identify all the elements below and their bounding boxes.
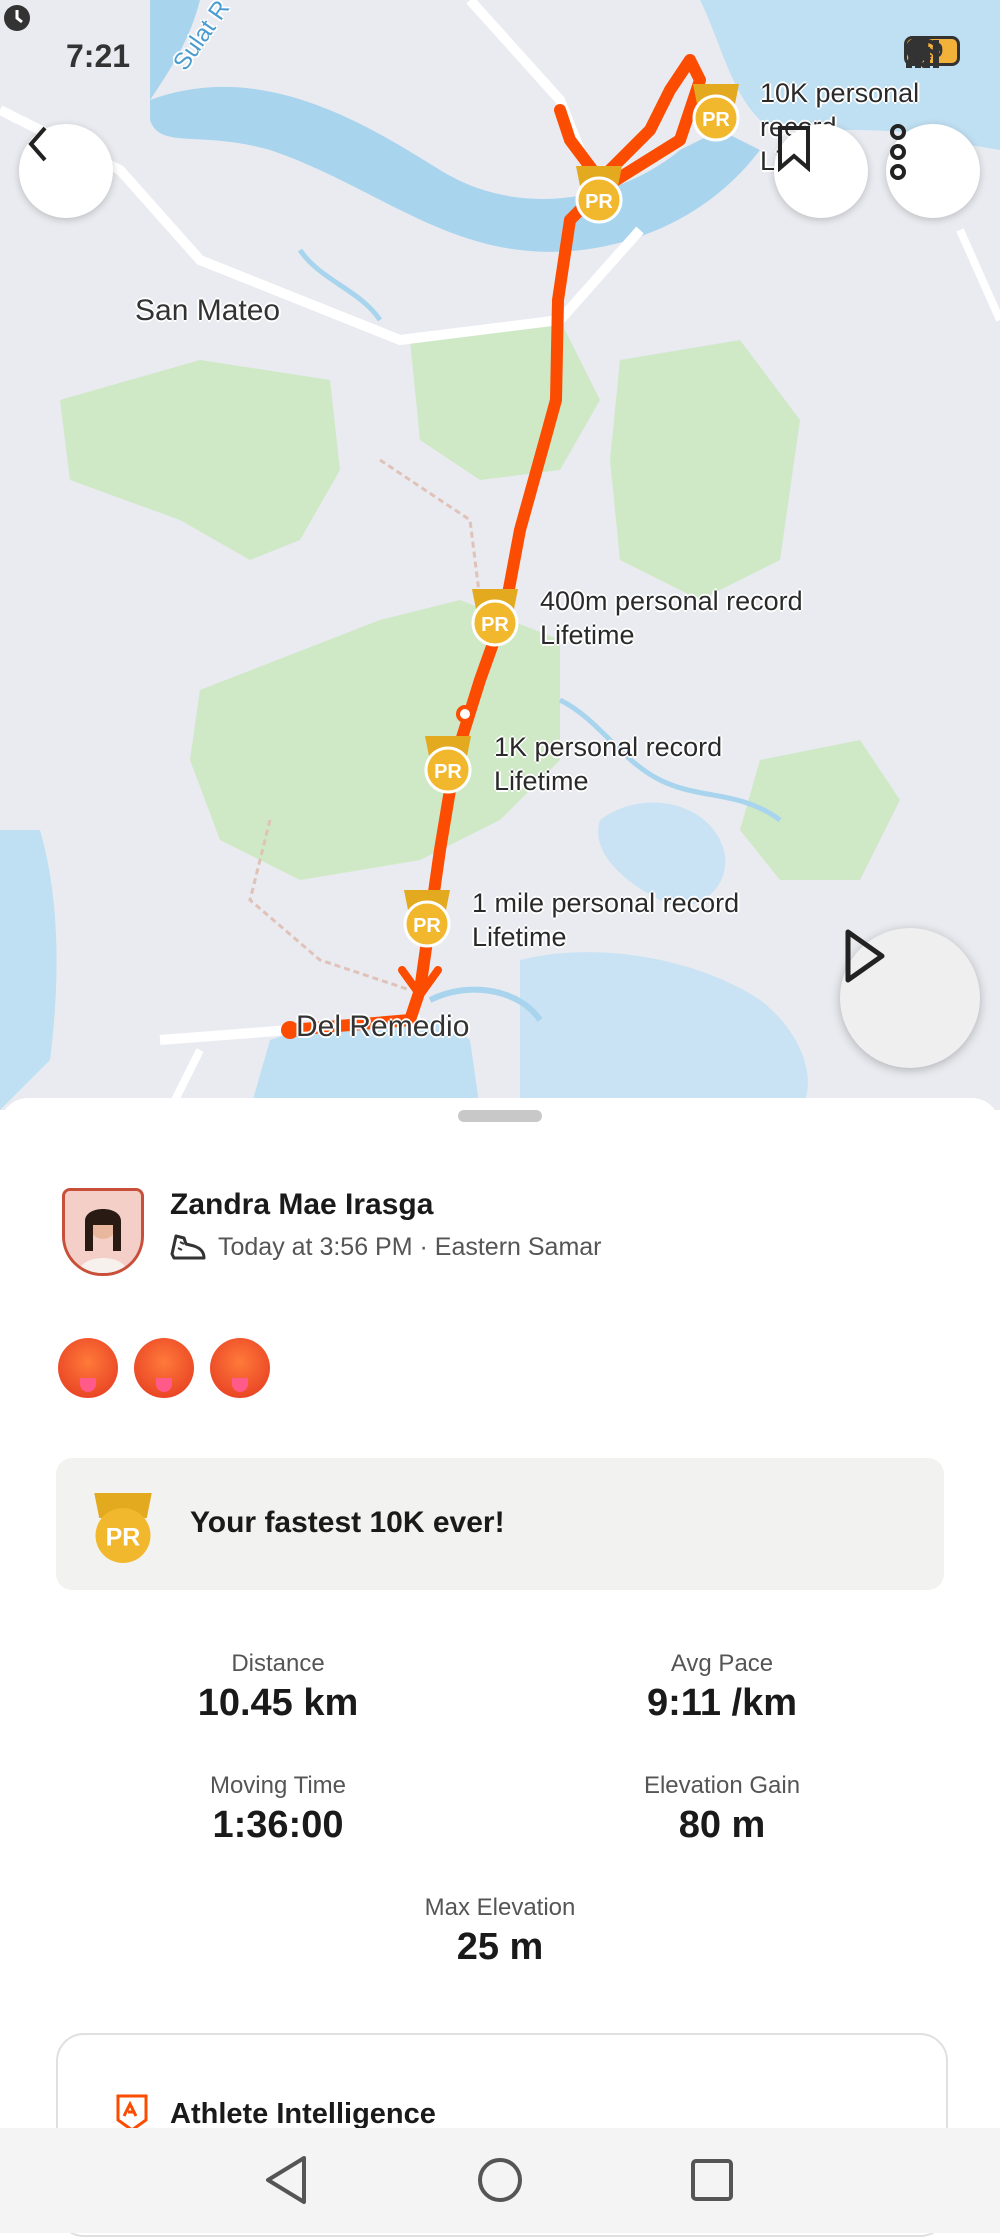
pr-badge-icon[interactable]: PR <box>400 886 454 950</box>
system-nav-bar <box>0 2128 1000 2233</box>
svg-text:PR: PR <box>702 109 730 131</box>
place-label-del-remedio: Del Remedio <box>296 1010 470 1043</box>
nav-home-icon[interactable] <box>476 2156 524 2204</box>
hot-face-emoji-icon <box>210 1338 270 1398</box>
leaf-icon <box>908 40 928 62</box>
stat-avg-pace: Avg Pace 9:11 /km <box>647 1650 797 1724</box>
pr-label-400m: 400m personal record Lifetime <box>540 586 803 650</box>
flyover-play-button[interactable] <box>840 928 980 1068</box>
nav-recents-icon[interactable] <box>690 2158 734 2202</box>
pr-badge-icon[interactable]: PR <box>468 585 522 649</box>
svg-text:PR: PR <box>413 915 441 937</box>
activity-sheet: Zandra Mae Irasga Today at 3:56 PM · Eas… <box>0 1098 1000 2237</box>
play-icon <box>845 929 885 983</box>
status-time: 7:21 <box>66 38 131 74</box>
hot-face-emoji-icon <box>134 1338 194 1398</box>
athlete-intelligence-icon <box>116 2094 148 2132</box>
pr-banner-text: Your fastest 10K ever! <box>190 1506 505 1539</box>
pr-achievement-card[interactable]: PR Your fastest 10K ever! <box>56 1458 944 1590</box>
chevron-left-icon <box>28 126 47 162</box>
athlete-name[interactable]: Zandra Mae Irasga <box>170 1188 433 1222</box>
pr-badge-icon[interactable]: PR <box>421 732 475 796</box>
svg-text:PR: PR <box>106 1524 141 1552</box>
running-shoe-icon <box>170 1234 206 1260</box>
save-route-button[interactable] <box>774 124 868 218</box>
pr-badge-icon[interactable]: PR <box>572 162 626 226</box>
pr-label-1k: 1K personal record Lifetime <box>494 732 723 796</box>
alarm-icon <box>4 5 30 31</box>
pr-label-1-mile: 1 mile personal record Lifetime <box>472 888 740 952</box>
more-vertical-icon <box>890 124 906 180</box>
bookmark-icon <box>778 126 810 172</box>
more-options-button[interactable] <box>886 124 980 218</box>
status-icons: 19 <box>904 36 960 68</box>
stat-moving-time: Moving Time 1:36:00 <box>209 1772 347 1846</box>
nav-back-icon[interactable] <box>262 2154 310 2206</box>
stat-distance: Distance 10.45 km <box>197 1650 359 1724</box>
emoji-reactions <box>58 1338 270 1398</box>
sheet-drag-handle[interactable] <box>458 1110 542 1122</box>
route-map[interactable]: Sulat R San Mateo Del Remedio PR PR PR P… <box>0 0 1000 1110</box>
place-label-san-mateo: San Mateo <box>135 294 281 327</box>
hot-face-emoji-icon <box>58 1338 118 1398</box>
status-bar: 7:21 19 <box>0 0 1000 110</box>
stat-elevation-gain: Elevation Gain 80 m <box>643 1772 801 1846</box>
back-button[interactable] <box>19 124 113 218</box>
activity-datetime-location: Today at 3:56 PM · Eastern Samar <box>218 1232 602 1261</box>
pr-medal-icon: PR <box>94 1493 152 1563</box>
avatar[interactable] <box>62 1188 144 1276</box>
avatar-photo <box>65 1191 141 1273</box>
svg-text:PR: PR <box>481 614 509 636</box>
athlete-intelligence-title: Athlete Intelligence <box>170 2098 436 2130</box>
svg-text:PR: PR <box>434 761 462 783</box>
activity-meta: Today at 3:56 PM · Eastern Samar <box>168 1230 602 1264</box>
svg-text:PR: PR <box>585 191 613 213</box>
stat-max-elevation: Max Elevation 25 m <box>424 1894 576 1968</box>
